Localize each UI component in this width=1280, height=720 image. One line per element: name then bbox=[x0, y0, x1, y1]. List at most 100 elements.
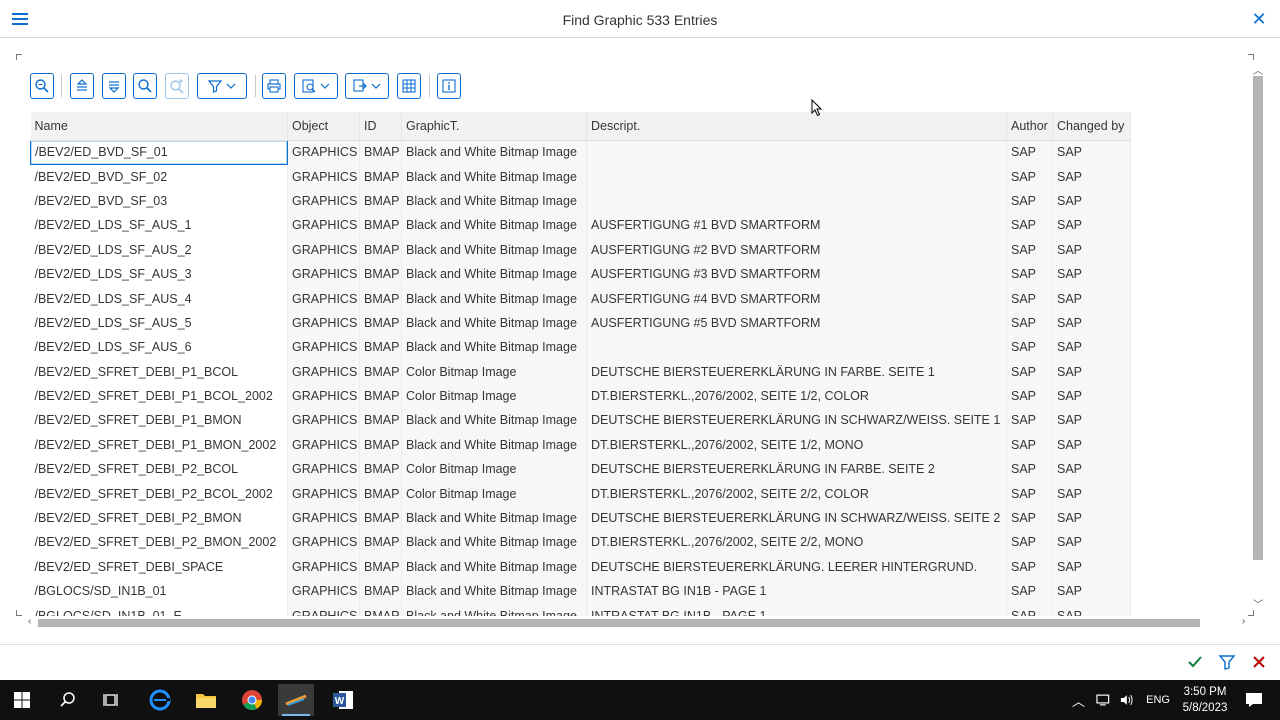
name-cell[interactable]: /BEV2/ED_SFRET_DEBI_P2_BCOL bbox=[30, 457, 288, 482]
description-cell[interactable]: DEUTSCHE BIERSTEUERERKLÄRUNG IN SCHWARZ/… bbox=[586, 408, 1007, 433]
column-header-changed-by[interactable]: Changed by bbox=[1052, 112, 1131, 141]
changed-by-cell[interactable]: SAP bbox=[1052, 286, 1131, 311]
find-next-button[interactable] bbox=[165, 73, 189, 99]
table-row[interactable]: /BEV2/ED_LDS_SF_AUS_5 GRAPHICS BMAP Black a… bbox=[30, 310, 1131, 336]
object-cell[interactable]: GRAPHICS bbox=[287, 554, 360, 580]
changed-by-cell[interactable]: SAP bbox=[1052, 481, 1131, 506]
column-header-object[interactable]: Object bbox=[287, 112, 360, 141]
graphic-type-cell[interactable]: Black and White Bitmap Image bbox=[401, 432, 587, 458]
name-cell[interactable]: /BEV2/ED_SFRET_DEBI_P2_BCOL_2002 bbox=[30, 481, 288, 506]
table-row[interactable]: /BEV2/ED_LDS_SF_AUS_1 GRAPHICS BMAP Black a… bbox=[30, 213, 1131, 238]
id-cell[interactable]: BMAP bbox=[359, 432, 402, 458]
name-cell[interactable]: /BEV2/ED_LDS_SF_AUS_6 bbox=[30, 335, 288, 360]
object-cell[interactable]: GRAPHICS bbox=[287, 213, 360, 238]
changed-by-cell[interactable]: SAP bbox=[1052, 140, 1131, 165]
name-cell[interactable]: /BEV2/ED_BVD_SF_02 bbox=[30, 164, 288, 189]
object-cell[interactable]: GRAPHICS bbox=[287, 164, 360, 189]
changed-by-cell[interactable]: SAP bbox=[1052, 237, 1131, 262]
description-cell[interactable]: DT.BIERSTERKL.,2076/2002, SEITE 1/2, MON… bbox=[586, 432, 1007, 458]
changed-by-cell[interactable]: SAP bbox=[1052, 505, 1131, 531]
name-cell[interactable]: /BEV2/ED_SFRET_DEBI_P1_BCOL_2002 bbox=[30, 383, 288, 409]
description-cell[interactable]: DEUTSCHE BIERSTEUERERKLÄRUNG IN FARBE. S… bbox=[586, 359, 1007, 384]
name-cell[interactable]: /BEV2/ED_BVD_SF_03 bbox=[30, 188, 288, 214]
graphic-type-cell[interactable]: Black and White Bitmap Image bbox=[401, 164, 587, 189]
table-row[interactable]: /BEV2/ED_SFRET_DEBI_P2_BMON GRAPHICS BMAP B… bbox=[30, 505, 1131, 531]
task-view-button[interactable] bbox=[94, 684, 130, 716]
changed-by-cell[interactable]: SAP bbox=[1052, 579, 1131, 604]
description-cell[interactable]: INTRASTAT BG IN1B - PAGE 1 bbox=[586, 603, 1007, 616]
object-cell[interactable]: GRAPHICS bbox=[287, 530, 360, 555]
changed-by-cell[interactable]: SAP bbox=[1052, 603, 1131, 616]
start-button[interactable] bbox=[4, 684, 40, 716]
id-cell[interactable]: BMAP bbox=[359, 505, 402, 531]
name-cell[interactable]: /BEV2/ED_SFRET_DEBI_P1_BMON bbox=[30, 408, 288, 433]
id-cell[interactable]: BMAP bbox=[359, 383, 402, 409]
graphic-type-cell[interactable]: Color Bitmap Image bbox=[401, 383, 587, 409]
name-cell[interactable]: /BEV2/ED_SFRET_DEBI_SPACE bbox=[30, 554, 288, 580]
scroll-down-icon[interactable]: ﹀ bbox=[1253, 596, 1263, 611]
information-button[interactable] bbox=[437, 73, 461, 99]
description-cell[interactable]: DT.BIERSTERKL.,2076/2002, SEITE 2/2, COL… bbox=[586, 481, 1007, 506]
close-dialog-button[interactable]: ✕ bbox=[1250, 9, 1268, 29]
author-cell[interactable]: SAP bbox=[1006, 505, 1053, 531]
name-cell[interactable]: /BGLOCS/SD_IN1B_01_E bbox=[30, 603, 288, 616]
table-row[interactable]: /BEV2/ED_LDS_SF_AUS_3 GRAPHICS BMAP Black a… bbox=[30, 261, 1131, 287]
author-cell[interactable]: SAP bbox=[1006, 530, 1053, 555]
taskbar-search-button[interactable] bbox=[50, 684, 86, 716]
description-cell[interactable]: AUSFERTIGUNG #2 BVD SMARTFORM bbox=[586, 237, 1007, 262]
notifications-button[interactable] bbox=[1236, 684, 1272, 716]
graphic-type-cell[interactable]: Black and White Bitmap Image bbox=[401, 237, 587, 262]
network-icon[interactable] bbox=[1095, 693, 1111, 707]
cancel-button[interactable] bbox=[1249, 652, 1269, 672]
graphic-type-cell[interactable]: Color Bitmap Image bbox=[401, 359, 587, 384]
graphic-type-cell[interactable]: Black and White Bitmap Image bbox=[401, 335, 587, 360]
id-cell[interactable]: BMAP bbox=[359, 408, 402, 433]
description-cell[interactable] bbox=[586, 335, 1007, 360]
name-cell[interactable]: /BEV2/ED_LDS_SF_AUS_2 bbox=[30, 237, 288, 262]
language-indicator[interactable]: ENG bbox=[1146, 694, 1170, 706]
name-cell[interactable]: /BEV2/ED_SFRET_DEBI_P2_BMON_2002 bbox=[30, 530, 288, 555]
graphic-type-cell[interactable]: Color Bitmap Image bbox=[401, 457, 587, 482]
graphic-type-cell[interactable]: Black and White Bitmap Image bbox=[401, 310, 587, 336]
object-cell[interactable]: GRAPHICS bbox=[287, 335, 360, 360]
author-cell[interactable]: SAP bbox=[1006, 188, 1053, 214]
author-cell[interactable]: SAP bbox=[1006, 554, 1053, 580]
table-row[interactable]: /BEV2/ED_SFRET_DEBI_P2_BCOL_2002 GRAPHICS… bbox=[30, 481, 1131, 506]
table-row[interactable]: /BEV2/ED_BVD_SF_02 GRAPHICS BMAP Black and … bbox=[30, 164, 1131, 189]
id-cell[interactable]: BMAP bbox=[359, 188, 402, 214]
id-cell[interactable]: BMAP bbox=[359, 140, 402, 165]
table-row[interactable]: /BEV2/ED_SFRET_DEBI_P1_BMON GRAPHICS BMAP B… bbox=[30, 408, 1131, 433]
column-header-name[interactable]: Name bbox=[30, 112, 288, 141]
object-cell[interactable]: GRAPHICS bbox=[287, 408, 360, 433]
id-cell[interactable]: BMAP bbox=[359, 530, 402, 555]
changed-by-cell[interactable]: SAP bbox=[1052, 335, 1131, 360]
vertical-scrollbar[interactable] bbox=[1252, 76, 1264, 606]
changed-by-cell[interactable]: SAP bbox=[1052, 383, 1131, 409]
table-row[interactable]: /BEV2/ED_BVD_SF_01 GRAPHICS BMAP Black and … bbox=[30, 139, 1131, 165]
id-cell[interactable]: BMAP bbox=[359, 603, 402, 616]
description-cell[interactable]: AUSFERTIGUNG #4 BVD SMARTFORM bbox=[586, 286, 1007, 311]
description-cell[interactable]: DEUTSCHE BIERSTEUERERKLÄRUNG IN SCHWARZ/… bbox=[586, 505, 1007, 531]
object-cell[interactable]: GRAPHICS bbox=[287, 603, 360, 616]
changed-by-cell[interactable]: SAP bbox=[1052, 432, 1131, 458]
id-cell[interactable]: BMAP bbox=[359, 310, 402, 336]
table-row[interactable]: /BGLOCS/SD_IN1B_01 GRAPHICS BMAP Black and … bbox=[30, 579, 1131, 604]
id-cell[interactable]: BMAP bbox=[359, 457, 402, 482]
column-header-descript[interactable]: Descript. bbox=[586, 112, 1007, 141]
object-cell[interactable]: GRAPHICS bbox=[287, 261, 360, 287]
horizontal-scrollbar[interactable] bbox=[38, 618, 1228, 628]
id-cell[interactable]: BMAP bbox=[359, 481, 402, 506]
graphic-type-cell[interactable]: Black and White Bitmap Image bbox=[401, 188, 587, 214]
id-cell[interactable]: BMAP bbox=[359, 335, 402, 360]
graphic-type-cell[interactable]: Color Bitmap Image bbox=[401, 481, 587, 506]
graphic-type-cell[interactable]: Black and White Bitmap Image bbox=[401, 530, 587, 555]
sort-descending-button[interactable] bbox=[102, 73, 126, 99]
scroll-right-icon[interactable]: › bbox=[1242, 616, 1245, 627]
name-cell[interactable]: /BEV2/ED_BVD_SF_01 bbox=[30, 139, 288, 165]
author-cell[interactable]: SAP bbox=[1006, 359, 1053, 384]
id-cell[interactable]: BMAP bbox=[359, 286, 402, 311]
author-cell[interactable]: SAP bbox=[1006, 335, 1053, 360]
sap-logon-app-button[interactable] bbox=[278, 684, 314, 716]
name-cell[interactable]: /BEV2/ED_SFRET_DEBI_P1_BMON_2002 bbox=[30, 432, 288, 458]
table-row[interactable]: /BEV2/ED_LDS_SF_AUS_6 GRAPHICS BMAP Black a… bbox=[30, 335, 1131, 360]
